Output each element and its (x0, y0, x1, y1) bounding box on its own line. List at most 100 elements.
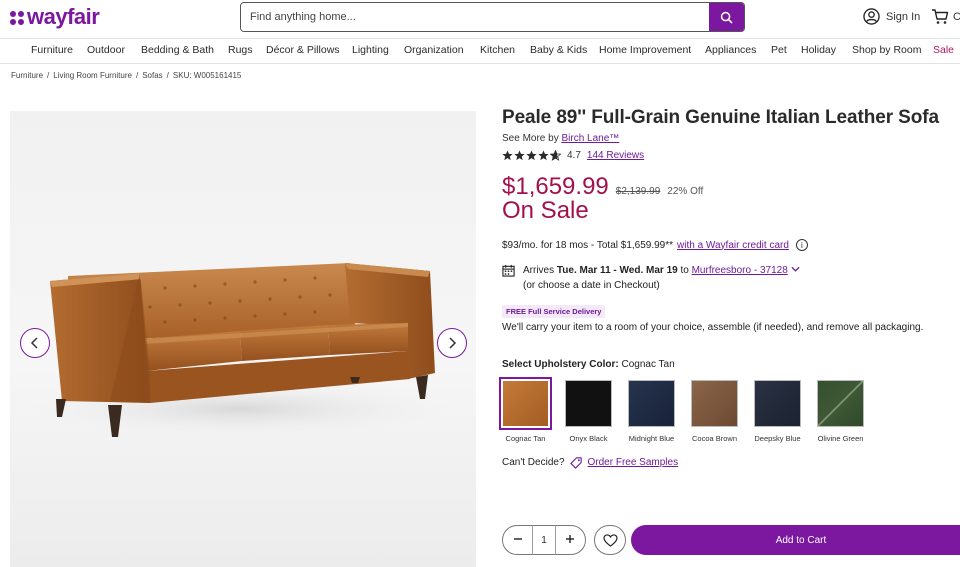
info-icon[interactable]: i (795, 239, 808, 251)
brand-link[interactable]: Birch Lane™ (561, 133, 619, 144)
nav-item-decor-pillows[interactable]: Décor & Pillows (266, 44, 340, 56)
swatch-label: Deepsky Blue (754, 434, 801, 443)
search-bar (240, 2, 745, 32)
nav-item-holiday[interactable]: Holiday (801, 44, 836, 56)
tag-icon (569, 457, 582, 469)
cart-label: C (953, 10, 960, 23)
swatch-label: Onyx Black (569, 434, 608, 443)
star-rating (502, 150, 561, 161)
breadcrumb-living-room[interactable]: Living Room Furniture (53, 71, 132, 80)
chevron-left-icon (30, 337, 38, 349)
samples-row: Can't Decide? Order Free Samples (502, 456, 960, 469)
see-more-prefix: See More by (502, 133, 559, 144)
swatch-deepsky-blue[interactable] (754, 380, 801, 427)
order-samples-link[interactable]: Order Free Samples (588, 457, 679, 468)
search-input[interactable] (241, 3, 709, 31)
rating-value: 4.7 (567, 150, 581, 161)
nav-item-furniture[interactable]: Furniture (31, 44, 73, 56)
financing-row: $93/mo. for 18 mos - Total $1,659.99** w… (502, 239, 960, 251)
next-image-button[interactable] (437, 328, 467, 358)
product-details: Peale 89'' Full-Grain Genuine Italian Le… (499, 107, 960, 555)
color-selector-label: Select Upholstery Color: Cognac Tan (502, 359, 960, 370)
nav-item-kitchen[interactable]: Kitchen (480, 44, 515, 56)
swatch-label: Olivine Green (817, 434, 864, 443)
chevron-down-icon[interactable] (791, 266, 800, 273)
financing-text: $93/mo. for 18 mos - Total $1,659.99** (502, 239, 674, 251)
account-icon (863, 8, 880, 25)
arrives-prefix: Arrives (523, 265, 555, 276)
delivery-description: We'll carry your item to a room of your … (502, 322, 924, 333)
swatch-option[interactable]: Midnight Blue (628, 380, 675, 443)
swatch-olivine-green[interactable] (817, 380, 864, 427)
search-icon (720, 11, 733, 23)
swatch-option[interactable]: Cognac Tan (499, 377, 552, 443)
swatch-cocoa-brown[interactable] (691, 380, 738, 427)
swatch-onyx-black[interactable] (565, 380, 612, 427)
star-icon (526, 150, 537, 161)
nav-item-outdoor[interactable]: Outdoor (87, 44, 125, 56)
nav-item-sale[interactable]: Sale (933, 44, 954, 56)
color-swatches: Cognac Tan Onyx Black Midnight Blue Coco… (499, 377, 960, 443)
add-to-cart-button[interactable]: Add to Cart (631, 525, 960, 555)
logo-mark-icon (10, 10, 24, 25)
wayfair-logo[interactable]: wayfair (10, 4, 100, 30)
search-button[interactable] (709, 3, 744, 31)
quantity-value[interactable]: 1 (532, 525, 556, 555)
star-icon (502, 150, 513, 161)
reviews-link[interactable]: 144 Reviews (587, 150, 644, 161)
star-half-icon (550, 150, 561, 161)
swatch-cognac-tan[interactable] (499, 377, 552, 430)
rating-row: 4.7 144 Reviews (502, 150, 960, 161)
delivery-badge: FREE Full Service Delivery (502, 305, 606, 318)
product-image-gallery (10, 111, 476, 567)
arrival-dates: Tue. Mar 11 - Wed. Mar 19 (556, 265, 678, 276)
nav-item-pet[interactable]: Pet (771, 44, 787, 56)
discount-label: 22% Off (667, 186, 704, 197)
sign-in-label: Sign In (886, 10, 921, 23)
favorite-button[interactable] (594, 525, 626, 555)
sofa-image (10, 263, 470, 439)
cart-icon (932, 9, 949, 24)
sign-in-link[interactable]: Sign In (863, 8, 920, 25)
nav-item-bedding-bath[interactable]: Bedding & Bath (141, 44, 214, 56)
swatch-midnight-blue[interactable] (628, 380, 675, 427)
swatch-option[interactable]: Cocoa Brown (691, 380, 738, 443)
nav-item-baby-kids[interactable]: Baby & Kids (530, 44, 587, 56)
previous-image-button[interactable] (20, 328, 50, 358)
cant-decide-label: Can't Decide? (502, 457, 565, 468)
zip-code-link[interactable]: Murfreesboro - 37128 (692, 265, 788, 276)
swatch-option[interactable]: Onyx Black (565, 380, 612, 443)
purchase-row: 1 Add to Cart (502, 525, 960, 555)
breadcrumb-furniture[interactable]: Furniture (11, 71, 43, 80)
selected-color-name: Cognac Tan (621, 359, 675, 370)
breadcrumb-sofas[interactable]: Sofas (142, 71, 162, 80)
decrease-quantity-button[interactable] (513, 534, 523, 547)
nav-item-shop-by-room[interactable]: Shop by Room (852, 44, 921, 56)
star-icon (514, 150, 525, 161)
nav-item-rugs[interactable]: Rugs (228, 44, 253, 56)
sku-label: SKU: W005161415 (172, 71, 242, 80)
nav-item-lighting[interactable]: Lighting (352, 44, 389, 56)
plus-icon (566, 534, 574, 543)
nav-item-organization[interactable]: Organization (404, 44, 464, 56)
logo-text: wayfair (27, 4, 100, 29)
swatch-label: Midnight Blue (628, 434, 675, 443)
heart-icon (602, 533, 618, 547)
swatch-option[interactable]: Deepsky Blue (754, 380, 801, 443)
see-more-by: See More by Birch Lane™ (502, 133, 960, 144)
arrival-note: (or choose a date in Checkout) (523, 280, 660, 291)
swatch-option[interactable]: Olivine Green (817, 380, 864, 443)
original-price: $2,139.99 (615, 186, 661, 197)
product-title: Peale 89'' Full-Grain Genuine Italian Le… (502, 107, 939, 128)
swatch-label: Cocoa Brown (691, 434, 738, 443)
calendar-icon (502, 264, 515, 277)
minus-icon (514, 537, 522, 540)
swatch-label: Cognac Tan (505, 434, 546, 443)
nav-item-appliances[interactable]: Appliances (705, 44, 756, 56)
increase-quantity-button[interactable] (565, 534, 575, 547)
credit-card-link[interactable]: with a Wayfair credit card (677, 240, 789, 251)
nav-item-home-improvement[interactable]: Home Improvement (599, 44, 691, 56)
star-icon (538, 150, 549, 161)
cart-link[interactable]: C (931, 8, 960, 25)
arrives-to: to (680, 265, 689, 276)
